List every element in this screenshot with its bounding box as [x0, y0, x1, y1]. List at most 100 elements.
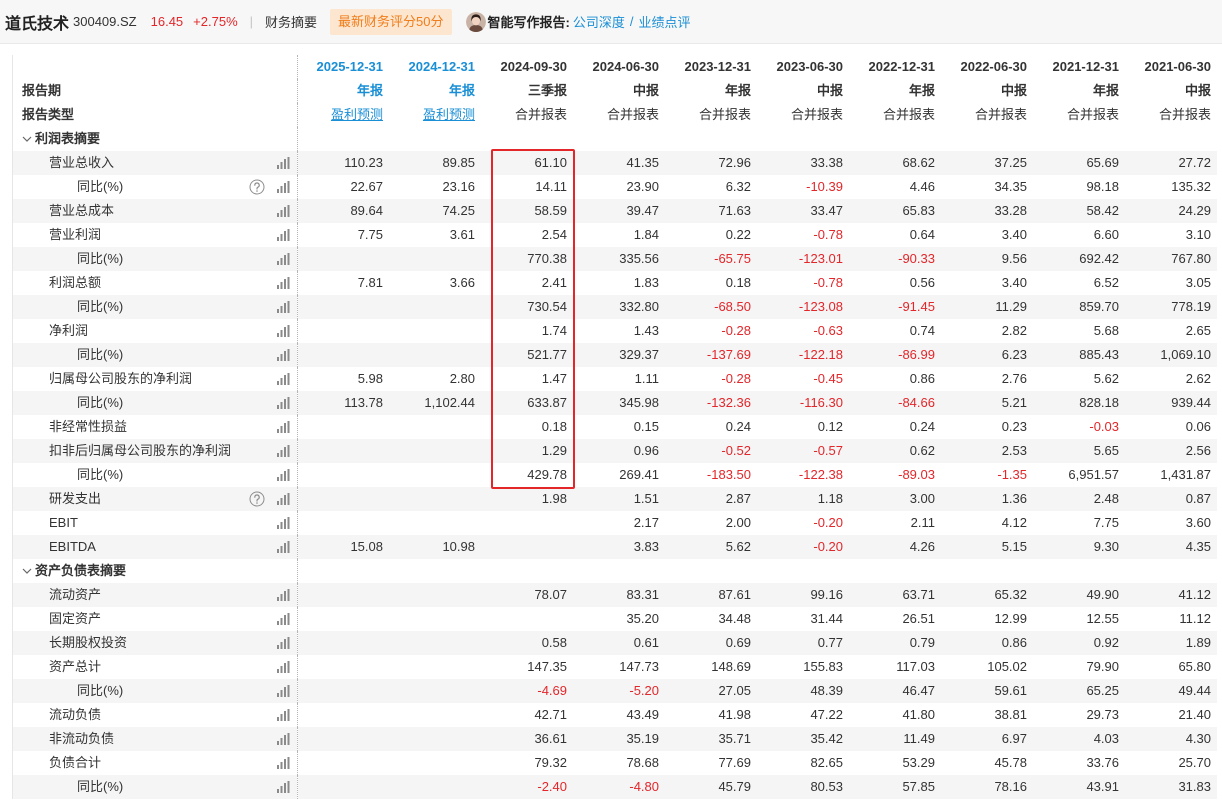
value-cell: 11.49 [849, 727, 941, 751]
section-header[interactable]: 利润表摘要 [13, 127, 1217, 151]
table-row: 同比(%) 770.38 335.56 -65.75 -123.01 -90.33 9.56… [13, 247, 1217, 271]
header-row-type: 报告类型 盈利预测 盈利预测 合并报表 合并报表 合并报表 合并报表 合并报表 合并报表 合并报表… [13, 103, 1217, 127]
section-title-cell[interactable]: 资产负债表摘要 [13, 559, 298, 583]
value-cell: 41.35 [573, 151, 665, 175]
bar-chart-icon[interactable] [277, 469, 290, 481]
bar-chart-icon[interactable] [277, 253, 290, 265]
row-label: 流动负债 [49, 707, 102, 722]
row-label-cell: 同比(%) [13, 175, 298, 199]
row-label-cell: 非经常性损益 [13, 415, 298, 439]
value-cell: -137.69 [665, 343, 757, 367]
bar-chart-icon[interactable] [277, 517, 290, 529]
value-cell: 3.05 [1185, 275, 1211, 290]
bar-chart-icon[interactable] [277, 205, 290, 217]
bar-chart-icon[interactable] [277, 229, 290, 241]
help-icon[interactable] [249, 491, 265, 507]
bar-chart-icon[interactable] [277, 637, 290, 649]
table-row: 非经常性损益 0.18 0.15 0.24 0.12 0.24 0.23 -0.03 0.06 [13, 415, 1217, 439]
bar-chart-icon[interactable] [277, 301, 290, 313]
chevron-down-icon[interactable] [22, 134, 32, 144]
stock-code: 300409.SZ [73, 14, 137, 29]
bar-chart-icon[interactable] [277, 181, 290, 193]
value-cell: 2.17 [633, 515, 659, 530]
row-label-yoy: 同比(%) [77, 779, 124, 794]
section-title-cell[interactable]: 利润表摘要 [13, 127, 298, 151]
bar-chart-icon[interactable] [277, 661, 290, 673]
value-cell: 22.67 [350, 179, 383, 194]
value-cell: -0.78 [813, 275, 843, 290]
stock-header-bar: 道氏技术 300409.SZ 16.45 +2.75% | 财务摘要 最新财务评… [0, 0, 1222, 44]
company-deep-report-link[interactable]: 公司深度 [573, 12, 625, 31]
row-label: 非经常性损益 [49, 419, 128, 434]
bar-chart-icon[interactable] [277, 685, 290, 697]
bar-chart-icon[interactable] [277, 349, 290, 361]
value-cell: 0.58 [481, 631, 573, 655]
bar-chart-icon[interactable] [277, 541, 290, 553]
value-cell: 1.98 [481, 487, 573, 511]
value-cell: 4.35 [1125, 535, 1217, 559]
empty-cell [941, 559, 1033, 583]
financial-score-badge[interactable]: 最新财务评分50分 [330, 8, 452, 35]
value-cell [297, 415, 389, 439]
table-row: EBIT 2.17 2.00 -0.20 2.11 4.12 7.75 3.60 [13, 511, 1217, 535]
value-cell: 72.96 [665, 151, 757, 175]
value-cell: 14.11 [535, 179, 567, 194]
bar-chart-icon[interactable] [277, 781, 290, 793]
value-cell: 778.19 [1125, 295, 1217, 319]
value-cell [389, 487, 481, 511]
table-row: 研发支出 1.98 1.51 2.87 1.18 3.00 1.36 2.48 0.87 [13, 487, 1217, 511]
value-cell: 2.41 [541, 275, 567, 290]
value-cell [389, 703, 481, 727]
row-label-cell: 利润总额 [13, 271, 298, 295]
bar-chart-icon[interactable] [277, 325, 290, 337]
bar-chart-icon[interactable] [277, 589, 290, 601]
earnings-review-link[interactable]: 业绩点评 [638, 12, 690, 31]
value-cell: -4.69 [481, 679, 573, 703]
bar-chart-icon[interactable] [277, 397, 290, 409]
value-cell [297, 319, 389, 343]
row-label: EBITDA [49, 539, 96, 554]
value-cell: 939.44 [1125, 391, 1217, 415]
table-row: 流动负债 42.71 43.49 41.98 47.22 41.80 38.81 29.73 2… [13, 703, 1217, 727]
value-cell: 26.51 [902, 611, 935, 626]
row-label-cell: 同比(%) [13, 463, 298, 487]
value-cell [297, 775, 389, 799]
value-cell: 2.87 [665, 487, 757, 511]
empty-cell [1125, 559, 1217, 583]
corner-cell [13, 55, 298, 79]
value-cell: 5.21 [941, 391, 1033, 415]
row-label-yoy: 同比(%) [77, 299, 124, 314]
tab-financial-summary[interactable]: 财务摘要 [265, 12, 317, 31]
column-period: 年报 [908, 83, 935, 98]
value-cell: 633.87 [481, 391, 573, 415]
value-cell: 47.22 [810, 707, 843, 722]
bar-chart-icon[interactable] [277, 757, 290, 769]
bar-chart-icon[interactable] [277, 373, 290, 385]
bar-chart-icon[interactable] [277, 421, 290, 433]
forecast-link[interactable]: 盈利预测 [331, 107, 383, 122]
value-cell [389, 775, 481, 799]
value-cell [297, 583, 389, 607]
bar-chart-icon[interactable] [277, 493, 290, 505]
stock-price: 16.45 [150, 14, 184, 29]
bar-chart-icon[interactable] [277, 445, 290, 457]
bar-chart-icon[interactable] [277, 157, 290, 169]
value-cell: 730.54 [481, 295, 573, 319]
chevron-down-icon[interactable] [22, 566, 32, 576]
section-header[interactable]: 资产负债表摘要 [13, 559, 1217, 583]
help-icon[interactable] [249, 179, 265, 195]
empty-cell [849, 559, 941, 583]
value-cell: 9.30 [1033, 535, 1125, 559]
bar-chart-icon[interactable] [277, 733, 290, 745]
table-row: 利润总额 7.81 3.66 2.41 1.83 0.18 -0.78 0.56 3.40 6.5… [13, 271, 1217, 295]
row-label: EBIT [49, 515, 78, 530]
value-cell: -183.50 [706, 467, 751, 482]
bar-chart-icon[interactable] [277, 709, 290, 721]
column-date: 2021-06-30 [1144, 59, 1212, 74]
value-cell: 1.11 [634, 371, 659, 386]
bar-chart-icon[interactable] [277, 277, 290, 289]
bar-chart-icon[interactable] [277, 613, 290, 625]
forecast-link[interactable]: 盈利预测 [423, 107, 475, 122]
value-cell: 0.15 [633, 419, 659, 434]
value-cell: -0.20 [813, 515, 843, 530]
